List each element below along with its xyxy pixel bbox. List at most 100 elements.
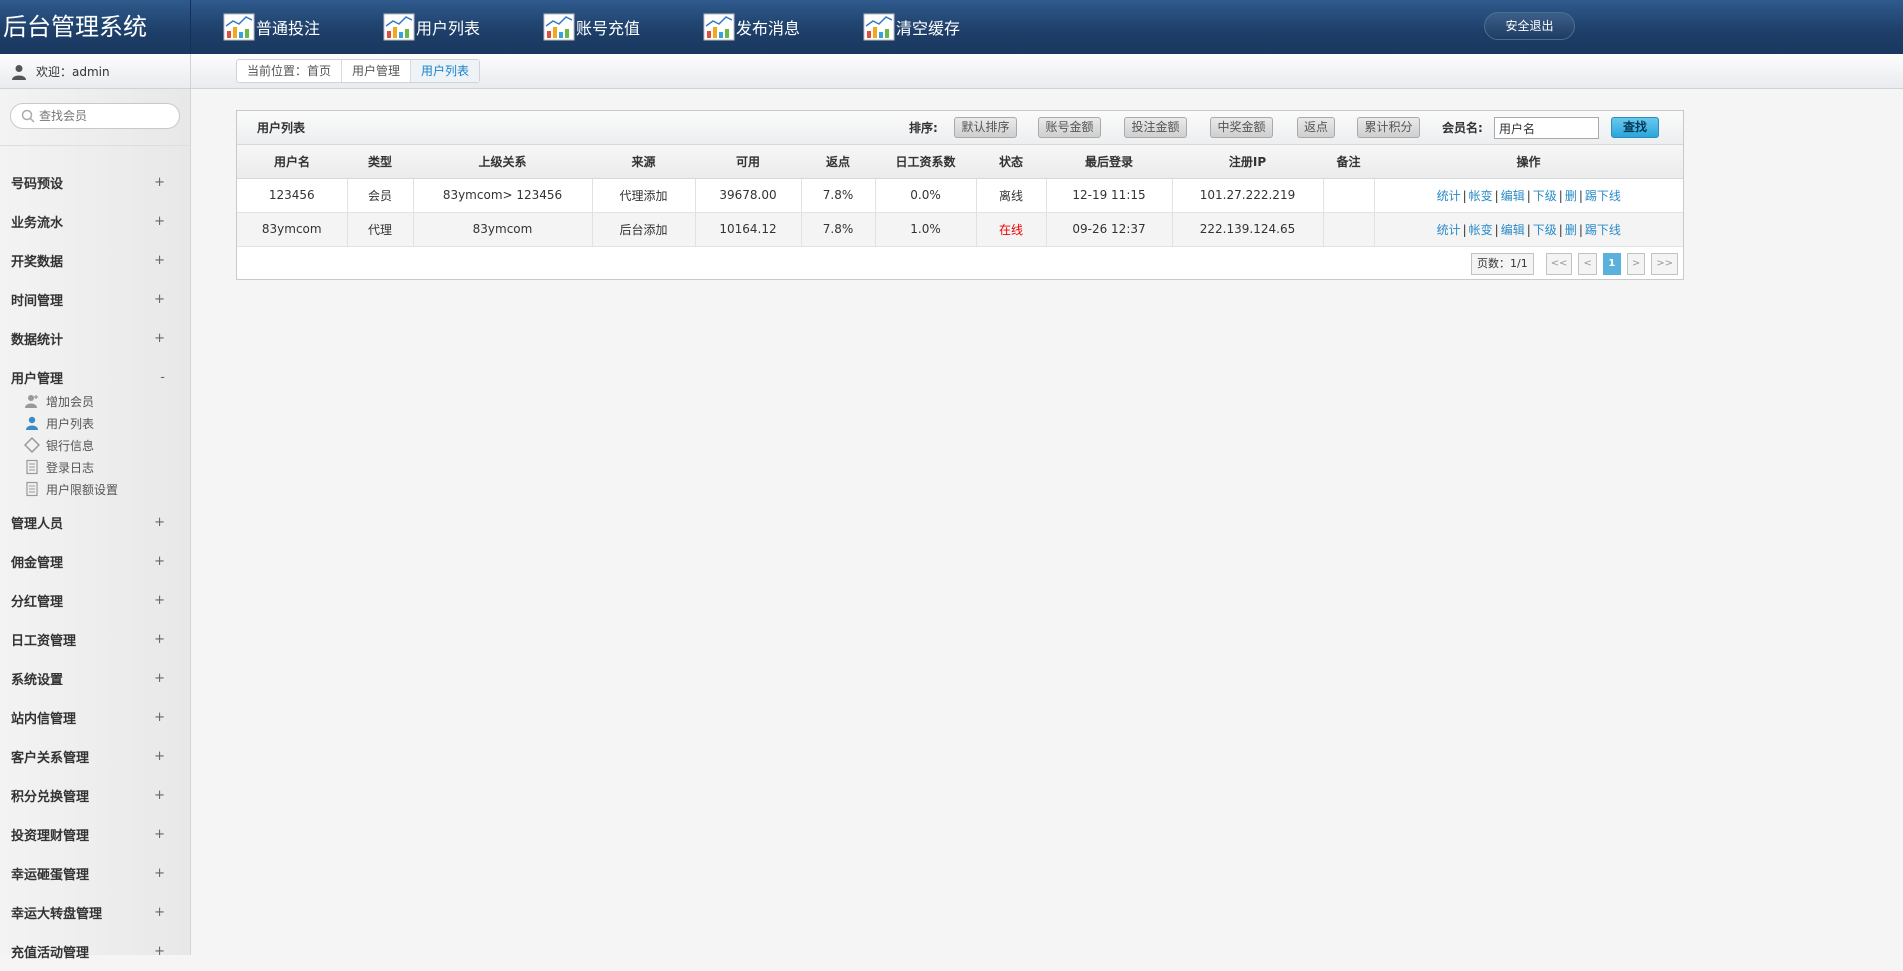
current-page-button[interactable]: 1 [1602, 253, 1621, 275]
submenu-item[interactable]: 用户列表 [24, 412, 190, 434]
expand-toggle-icon: + [154, 175, 165, 190]
column-header: 返点 [801, 145, 875, 179]
sidebar-item[interactable]: 管理人员 + [0, 503, 190, 542]
sidebar-item[interactable]: 充值活动管理 + [0, 932, 190, 971]
breadcrumb-user-manage[interactable]: 用户管理 [341, 60, 410, 82]
nav-account-recharge[interactable]: 账号充值 [542, 0, 702, 54]
sidebar-item[interactable]: 客户关系管理 + [0, 737, 190, 776]
column-header: 状态 [976, 145, 1046, 179]
table-cell: 123456 [237, 178, 348, 213]
breadcrumb-home[interactable]: 当前位置：首页 [237, 60, 341, 82]
sort-rebate-button[interactable]: 返点 [1297, 117, 1335, 138]
delete-link[interactable]: 删 [1565, 189, 1577, 203]
sidebar-item[interactable]: 号码预设 + [0, 163, 190, 202]
sidebar-item-label: 时间管理 [11, 294, 64, 309]
table-cell: 12-19 11:15 [1046, 178, 1173, 213]
sidebar-item[interactable]: 幸运大转盘管理 + [0, 893, 190, 932]
next-page-button[interactable]: > [1626, 253, 1646, 275]
top-header: 后台管理系统 普通投注 用户列表 账号充值 发布消息 清空缓存 安全退出 [0, 0, 1903, 54]
welcome-text: 欢迎：admin [36, 65, 110, 79]
chart-icon [543, 13, 575, 41]
sidebar-item[interactable]: 时间管理 + [0, 280, 190, 319]
sidebar-item[interactable]: 站内信管理 + [0, 698, 190, 737]
logout-button[interactable]: 安全退出 [1484, 12, 1575, 40]
sidebar-item[interactable]: 日工资管理 + [0, 620, 190, 659]
sidebar-item[interactable]: 幸运砸蛋管理 + [0, 854, 190, 893]
submenu-item-label: 用户列表 [46, 416, 95, 431]
sort-win-amount-button[interactable]: 中奖金额 [1210, 117, 1273, 138]
chart-icon [383, 13, 415, 41]
nav-clear-cache[interactable]: 清空缓存 [862, 0, 1022, 54]
sidebar-item[interactable]: 数据统计 + [0, 319, 190, 358]
expand-toggle-icon: + [154, 788, 165, 803]
column-header: 来源 [592, 145, 695, 179]
column-header: 注册IP [1172, 145, 1323, 179]
table-cell: 在线 [976, 212, 1047, 247]
last-page-button[interactable]: >> [1651, 253, 1678, 275]
sort-label: 排序: [909, 121, 938, 135]
sidebar-item[interactable]: 业务流水 + [0, 202, 190, 241]
expand-toggle-icon: + [154, 827, 165, 842]
sidebar-item[interactable]: 分红管理 + [0, 581, 190, 620]
prev-page-button[interactable]: < [1578, 253, 1597, 275]
submenu-item[interactable]: 用户限额设置 [24, 478, 190, 500]
edit-link[interactable]: 编辑 [1501, 189, 1525, 203]
kick-offline-link[interactable]: 踢下线 [1585, 223, 1621, 237]
sort-points-button[interactable]: 累计积分 [1357, 117, 1420, 138]
sidebar-item-label: 系统设置 [11, 673, 64, 688]
member-name-input[interactable] [1494, 117, 1599, 139]
expand-toggle-icon: + [154, 214, 165, 229]
sort-default-button[interactable]: 默认排序 [954, 117, 1017, 138]
table-cell: 222.139.124.65 [1172, 212, 1324, 247]
panel-header: 用户列表 排序: 默认排序 账号金额 投注金额 中奖金额 返点 累计积分 会员名… [237, 111, 1683, 145]
sidebar-item-label: 幸运大转盘管理 [11, 907, 103, 922]
table-cell [1323, 212, 1375, 247]
edit-link[interactable]: 编辑 [1501, 223, 1525, 237]
expand-toggle-icon: + [154, 866, 165, 881]
column-header: 上级关系 [413, 145, 592, 179]
add-user-icon [24, 393, 46, 409]
action-separator: | [1578, 222, 1583, 237]
submenu-item[interactable]: 银行信息 [24, 434, 190, 456]
sidebar-item-label: 幸运砸蛋管理 [11, 868, 90, 883]
column-header: 备注 [1323, 145, 1374, 179]
table-cell: 7.8% [801, 178, 876, 213]
first-page-button[interactable]: << [1545, 253, 1573, 275]
sort-bet-amount-button[interactable]: 投注金额 [1124, 117, 1187, 138]
submenu-item[interactable]: 增加会员 [24, 390, 190, 412]
sort-account-amount-button[interactable]: 账号金额 [1038, 117, 1101, 138]
table-cell: 1.0% [875, 212, 977, 247]
account-change-link[interactable]: 帐变 [1469, 189, 1493, 203]
sidebar-item[interactable]: 积分兑换管理 + [0, 776, 190, 815]
chart-icon [863, 13, 895, 41]
sidebar-item-label: 分红管理 [11, 595, 64, 610]
nav-publish-message[interactable]: 发布消息 [702, 0, 862, 54]
nav-label: 用户列表 [416, 19, 481, 38]
delete-link[interactable]: 删 [1565, 223, 1577, 237]
stats-link[interactable]: 统计 [1437, 223, 1461, 237]
stats-link[interactable]: 统计 [1437, 189, 1461, 203]
kick-offline-link[interactable]: 踢下线 [1585, 189, 1621, 203]
expand-toggle-icon: + [154, 292, 165, 307]
table-cell: 0.0% [875, 178, 977, 213]
submenu-item[interactable]: 登录日志 [24, 456, 190, 478]
sidebar-item[interactable]: 投资理财管理 + [0, 815, 190, 854]
table-cell: 09-26 12:37 [1046, 212, 1173, 247]
sidebar-item[interactable]: 佣金管理 + [0, 542, 190, 581]
diamond-icon [24, 437, 46, 453]
account-change-link[interactable]: 帐变 [1469, 223, 1493, 237]
table-cell: 101.27.222.219 [1172, 178, 1324, 213]
sidebar-item[interactable]: 开奖数据 + [0, 241, 190, 280]
sidebar-item[interactable]: 系统设置 + [0, 659, 190, 698]
nav-normal-bet[interactable]: 普通投注 [222, 0, 382, 54]
member-search-input[interactable] [39, 109, 169, 123]
action-separator: | [1558, 222, 1563, 237]
subordinate-link[interactable]: 下级 [1533, 189, 1557, 203]
nav-label: 账号充值 [576, 19, 641, 38]
find-button[interactable]: 查找 [1611, 117, 1659, 138]
subordinate-link[interactable]: 下级 [1533, 223, 1557, 237]
table-cell: 83ymcom [237, 212, 348, 247]
sidebar-item-label: 开奖数据 [11, 255, 64, 270]
nav-user-list[interactable]: 用户列表 [382, 0, 542, 54]
pagination: 页数：1/1 << < 1 > >> [1470, 253, 1678, 275]
